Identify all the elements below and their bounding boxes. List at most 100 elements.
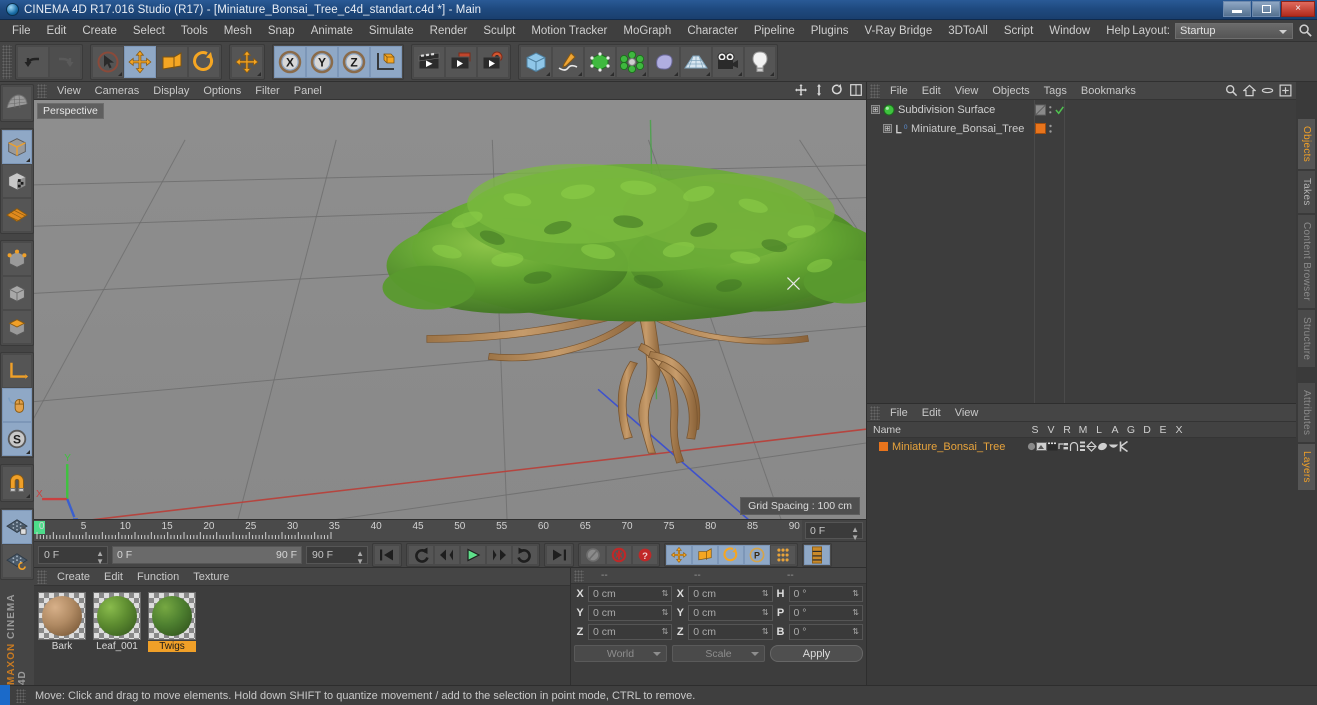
object-manager-empty-area[interactable] <box>1065 100 1296 403</box>
step-forward-button[interactable] <box>486 545 512 565</box>
add-light-button[interactable] <box>744 46 776 78</box>
menu-item-pipeline[interactable]: Pipeline <box>746 23 803 39</box>
object-tree-body[interactable]: ⊞ Subdivision Surface ⊞ 0 <box>867 100 1296 403</box>
maximize-button[interactable] <box>1252 1 1280 17</box>
pan-view-icon[interactable] <box>795 84 807 96</box>
object-menu-objects[interactable]: Objects <box>985 84 1036 98</box>
layer-menu-edit[interactable]: Edit <box>915 406 948 420</box>
tab-layers[interactable]: Layers <box>1297 443 1316 491</box>
visibility-dots-icon[interactable] <box>1035 104 1046 116</box>
go-to-previous-key-button[interactable] <box>408 545 434 565</box>
move-tool[interactable] <box>124 46 156 78</box>
axis-x-button[interactable]: X <box>274 46 306 78</box>
tab-structure[interactable]: Structure <box>1297 309 1316 368</box>
go-to-end-button[interactable] <box>546 545 572 565</box>
menu-item-render[interactable]: Render <box>422 23 476 39</box>
object-menu-view[interactable]: View <box>948 84 986 98</box>
menu-item-mograph[interactable]: MoGraph <box>615 23 679 39</box>
enable-dots-icon[interactable] <box>1048 104 1053 116</box>
tab-takes[interactable]: Takes <box>1297 170 1316 214</box>
points-mode-button[interactable] <box>2 198 32 232</box>
maximize-viewport-icon[interactable] <box>850 84 862 96</box>
tab-attributes[interactable]: Attributes <box>1297 382 1316 443</box>
record-scale-button[interactable] <box>692 545 718 565</box>
size-y-input[interactable]: 0 cm⇅ <box>688 605 772 621</box>
spinner-icon[interactable]: ⇅ <box>852 609 859 617</box>
spinner-icon[interactable]: ▲▼ <box>96 550 104 566</box>
size-x-input[interactable]: 0 cm⇅ <box>688 586 772 602</box>
layer-color-swatch[interactable] <box>879 442 888 451</box>
dolly-view-icon[interactable] <box>814 84 824 96</box>
layer-toggle-g[interactable] <box>1086 441 1097 452</box>
layer-row[interactable]: Miniature_Bonsai_Tree <box>867 438 1296 455</box>
object-menu-file[interactable]: File <box>883 84 915 98</box>
spinner-icon[interactable]: ⇅ <box>662 609 669 617</box>
redo-button[interactable] <box>49 46 81 78</box>
keyframe-selection-button[interactable]: ? <box>632 545 658 565</box>
layer-menu-view[interactable]: View <box>948 406 986 420</box>
menu-item-vray-bridge[interactable]: V-Ray Bridge <box>856 23 940 39</box>
lock-workplane-button[interactable] <box>2 510 32 544</box>
preview-range-slider[interactable]: 0 F 90 F <box>112 546 302 564</box>
object-menu-edit[interactable]: Edit <box>915 84 948 98</box>
minus-icon[interactable] <box>1261 84 1274 97</box>
search-icon[interactable] <box>1298 23 1313 38</box>
viewport-grip[interactable] <box>37 84 47 98</box>
material-swatch[interactable] <box>93 592 141 640</box>
layer-toggle-s[interactable] <box>1027 442 1036 451</box>
menu-item-select[interactable]: Select <box>125 23 173 39</box>
record-position-button[interactable] <box>666 545 692 565</box>
layer-toggle-e[interactable] <box>1108 442 1119 451</box>
menu-item-window[interactable]: Window <box>1041 23 1098 39</box>
material-tag-icon[interactable] <box>1035 123 1046 134</box>
spinner-icon[interactable]: ⇅ <box>762 590 769 598</box>
undo-view-button[interactable] <box>2 86 32 120</box>
rotation-p-input[interactable]: 0 °⇅ <box>789 605 863 621</box>
rotate-view-icon[interactable] <box>831 84 843 96</box>
menu-item-animate[interactable]: Animate <box>303 23 361 39</box>
texture-mode-button[interactable] <box>2 164 32 198</box>
workplane-rotate-button[interactable] <box>2 544 32 578</box>
viewport-menu-panel[interactable]: Panel <box>287 84 329 98</box>
end-frame-field[interactable]: 90 F ▲▼ <box>306 546 368 564</box>
object-menu-tags[interactable]: Tags <box>1037 84 1074 98</box>
rotate-tool[interactable] <box>188 46 220 78</box>
spinner-icon[interactable]: ⇅ <box>762 628 769 636</box>
layer-toggle-m[interactable] <box>1058 442 1069 451</box>
loop-forward-button[interactable] <box>512 545 538 565</box>
material-menu-texture[interactable]: Texture <box>186 570 236 584</box>
expand-toggle-icon[interactable]: ⊞ <box>871 105 880 114</box>
layer-toggle-d[interactable] <box>1097 441 1108 452</box>
home-icon[interactable] <box>1243 84 1256 97</box>
enable-axis-button[interactable] <box>2 354 32 388</box>
timeline-toggle-button[interactable] <box>804 545 830 565</box>
point-level-animation-button[interactable] <box>770 545 796 565</box>
material-item-leaf[interactable]: Leaf_001 <box>93 592 141 652</box>
minimize-button[interactable] <box>1223 1 1251 17</box>
object-axis-button[interactable] <box>370 46 402 78</box>
object-row-subdivision-surface[interactable]: ⊞ Subdivision Surface <box>867 100 1034 119</box>
status-grip[interactable] <box>16 689 26 703</box>
play-button[interactable] <box>460 545 486 565</box>
magnet-button[interactable] <box>2 466 32 500</box>
layer-toggle-x[interactable] <box>1119 441 1129 452</box>
position-z-input[interactable]: 0 cm⇅ <box>588 624 672 640</box>
start-frame-field[interactable]: 0 F ▲▼ <box>38 546 108 564</box>
axis-y-button[interactable]: Y <box>306 46 338 78</box>
material-manager-grip[interactable] <box>37 570 47 584</box>
add-scene-object-button[interactable] <box>680 46 712 78</box>
live-selection-tool[interactable] <box>92 46 124 78</box>
menu-item-script[interactable]: Script <box>996 23 1041 39</box>
spinner-icon[interactable]: ⇅ <box>662 628 669 636</box>
menu-item-edit[interactable]: Edit <box>39 23 75 39</box>
add-cube-button[interactable] <box>520 46 552 78</box>
spinner-icon[interactable]: ▲▼ <box>356 550 364 566</box>
menu-item-plugins[interactable]: Plugins <box>803 23 857 39</box>
rotation-h-input[interactable]: 0 °⇅ <box>789 586 863 602</box>
layer-toggle-l[interactable] <box>1069 442 1079 452</box>
add-array-button[interactable] <box>616 46 648 78</box>
spinner-icon[interactable]: ⇅ <box>852 628 859 636</box>
render-view-button[interactable] <box>413 46 445 78</box>
add-camera-button[interactable] <box>712 46 744 78</box>
move-tool-secondary[interactable] <box>231 46 263 78</box>
